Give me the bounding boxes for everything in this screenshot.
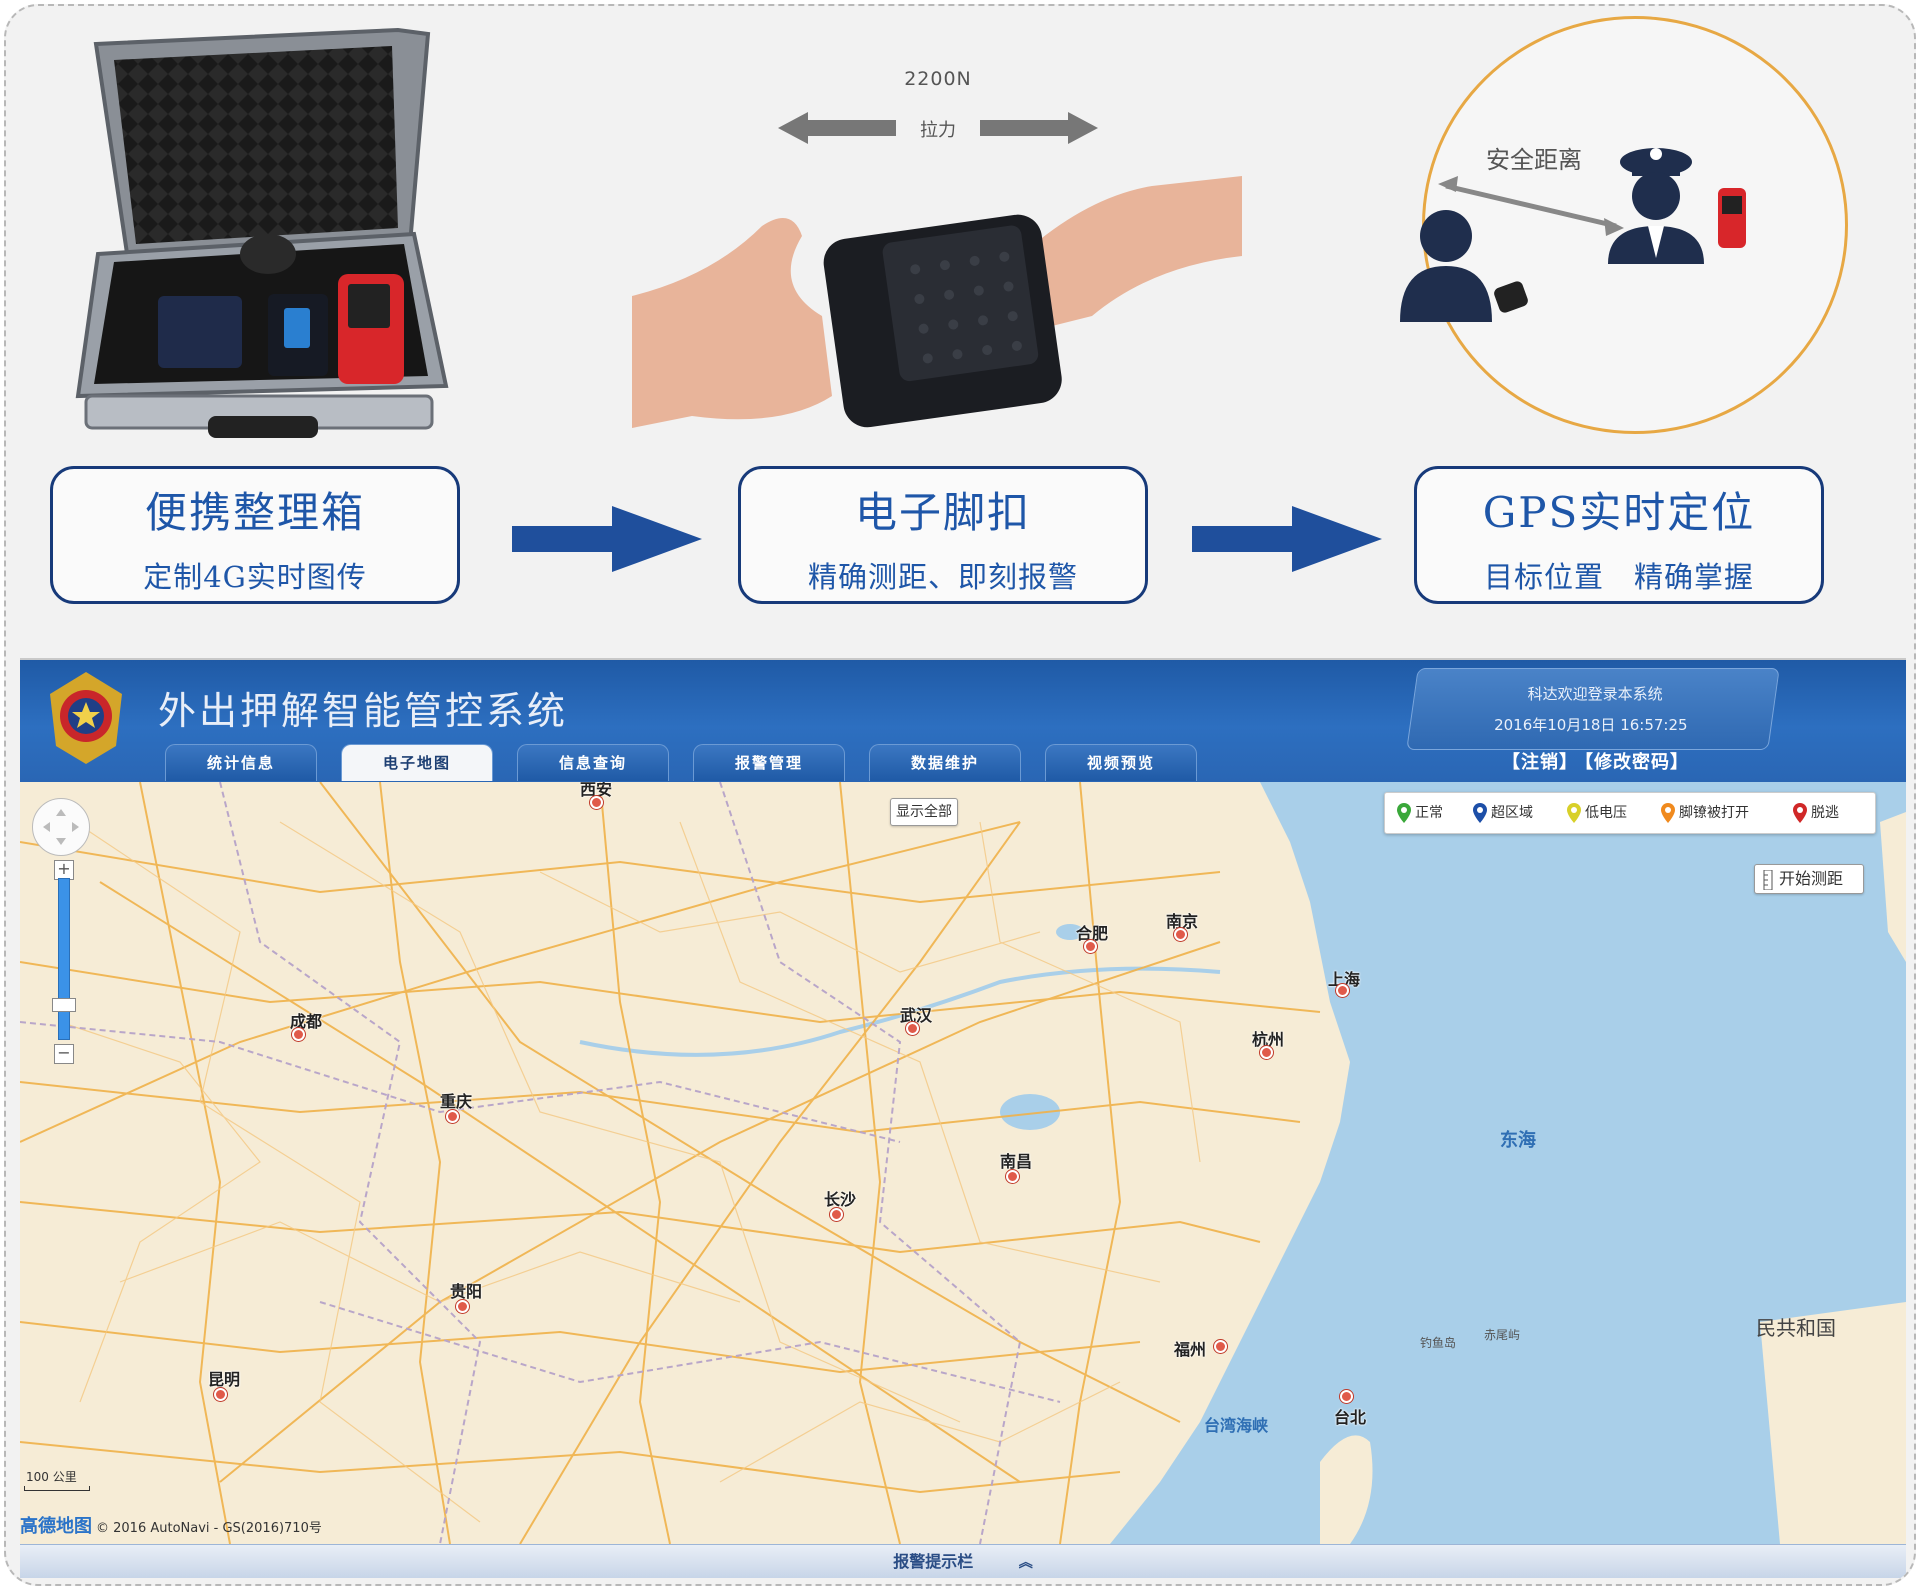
strait-label: 台湾海峡 bbox=[1204, 1416, 1269, 1435]
electronic-ankle-cuff-image bbox=[632, 176, 1242, 428]
island-label: 赤尾屿 bbox=[1484, 1328, 1521, 1342]
city-label[interactable]: 上海 bbox=[1328, 966, 1360, 997]
card-title: 便携整理箱 bbox=[144, 488, 365, 537]
city-label[interactable]: 重庆 bbox=[440, 1088, 472, 1123]
tab-alarm-management[interactable]: 报警管理 bbox=[693, 744, 845, 781]
city-label[interactable]: 长沙 bbox=[824, 1186, 856, 1221]
map-copyright: 高德地图 © 2016 AutoNavi - GS(2016)710号 bbox=[20, 1516, 322, 1537]
electronic-map[interactable]: + − 显示全部 正常 超区域 低电压 脚镣被打开 脱逃 开始测距 西安 合肥 … bbox=[20, 782, 1906, 1544]
login-datetime: 2016年10月18日 16:57:25 bbox=[1494, 716, 1688, 734]
tab-info-query[interactable]: 信息查询 bbox=[517, 744, 669, 781]
map-pin-icon bbox=[1397, 803, 1411, 823]
safe-distance-scene: 安全距离 bbox=[1386, 126, 1806, 346]
zoom-slider-thumb[interactable] bbox=[52, 998, 76, 1012]
status-legend: 正常 超区域 低电压 脚镣被打开 脱逃 bbox=[1384, 792, 1876, 834]
legend-item-out-of-area: 超区域 bbox=[1473, 803, 1533, 823]
pull-force-indicator: 2200N 拉力 bbox=[778, 64, 1098, 154]
logout-link[interactable]: 【注销】 bbox=[1502, 752, 1578, 773]
card-gps: GPS实时定位 目标位置 精确掌握 bbox=[1414, 466, 1824, 604]
city-label[interactable]: 贵阳 bbox=[450, 1278, 482, 1313]
card-ankle-cuff: 电子脚扣 精确测距、即刻报警 bbox=[738, 466, 1148, 604]
map-pin-icon bbox=[1793, 803, 1807, 823]
scale-label: 100 公里 bbox=[26, 1470, 77, 1484]
card-subtitle: 定制4G实时图传 bbox=[143, 560, 367, 594]
zoom-slider-track[interactable] bbox=[58, 878, 70, 1040]
card-title: GPS实时定位 bbox=[1482, 488, 1756, 537]
right-arrow-icon bbox=[512, 506, 702, 572]
start-measure-button[interactable]: 开始测距 bbox=[1754, 864, 1864, 894]
portable-case-image bbox=[75, 27, 449, 438]
legend-item-shackle-opened: 脚镣被打开 bbox=[1661, 803, 1749, 823]
card-subtitle: 目标位置 精确掌握 bbox=[1483, 560, 1754, 594]
force-label: 拉力 bbox=[920, 120, 956, 141]
officer-and-target-icon bbox=[1400, 148, 1746, 322]
city-label[interactable]: 成都 bbox=[290, 1008, 322, 1041]
map-pan-control[interactable] bbox=[32, 798, 90, 856]
map-brand-logo: 高德地图 bbox=[20, 1516, 92, 1537]
force-value: 2200N bbox=[904, 68, 972, 90]
change-password-link[interactable]: 【修改密码】 bbox=[1584, 752, 1689, 773]
app-title: 外出押解智能管控系统 bbox=[158, 689, 569, 733]
scale-bar bbox=[24, 1486, 90, 1491]
tab-statistics[interactable]: 统计信息 bbox=[165, 744, 317, 781]
city-label[interactable]: 台北 bbox=[1334, 1390, 1366, 1428]
legend-item-escaped: 脱逃 bbox=[1793, 803, 1839, 823]
tab-data-maintenance[interactable]: 数据维护 bbox=[869, 744, 1021, 781]
control-system-window: 外出押解智能管控系统 科达欢迎登录本系统 2016年10月18日 16:57:2… bbox=[20, 658, 1906, 1578]
right-arrow-icon bbox=[1192, 506, 1382, 572]
chevron-up-icon[interactable]: ︽ bbox=[1019, 1555, 1033, 1571]
legend-item-low-voltage: 低电压 bbox=[1567, 803, 1627, 823]
alarm-status-bar[interactable]: 报警提示栏 ︽ bbox=[20, 1544, 1906, 1578]
legend-item-normal: 正常 bbox=[1397, 803, 1443, 823]
city-label[interactable]: 西安 bbox=[580, 782, 612, 809]
map-base-layer bbox=[20, 782, 1906, 1544]
tab-video-preview[interactable]: 视频预览 bbox=[1045, 744, 1197, 781]
card-subtitle: 精确测距、即刻报警 bbox=[807, 560, 1078, 594]
city-label[interactable]: 南昌 bbox=[1000, 1148, 1032, 1183]
sea-label: 东海 bbox=[1500, 1130, 1536, 1151]
tab-electronic-map[interactable]: 电子地图 bbox=[341, 744, 493, 781]
app-header: 外出押解智能管控系统 科达欢迎登录本系统 2016年10月18日 16:57:2… bbox=[20, 660, 1906, 782]
city-label[interactable]: 南京 bbox=[1166, 908, 1198, 941]
ruler-icon bbox=[1763, 869, 1773, 890]
country-label: 民共和国 bbox=[1756, 1316, 1836, 1340]
product-showcase: 2200N 拉力 安全距离 便携整理箱 定制4G实时图传 电子脚扣 精确测距、即… bbox=[6, 6, 1914, 646]
pan-arrows-icon bbox=[43, 809, 79, 845]
show-all-button[interactable]: 显示全部 bbox=[890, 798, 958, 826]
map-pin-icon bbox=[1567, 803, 1581, 823]
map-pin-icon bbox=[1661, 803, 1675, 823]
alarm-bar-label: 报警提示栏 bbox=[893, 1552, 974, 1571]
card-portable-case: 便携整理箱 定制4G实时图传 bbox=[50, 466, 460, 604]
account-links: 【注销】 【修改密码】 bbox=[1502, 748, 1695, 774]
welcome-panel: 科达欢迎登录本系统 2016年10月18日 16:57:25 bbox=[1406, 668, 1780, 750]
city-label[interactable]: 昆明 bbox=[208, 1366, 240, 1401]
city-label[interactable]: 福州 bbox=[1174, 1336, 1227, 1360]
city-label[interactable]: 杭州 bbox=[1252, 1026, 1284, 1059]
police-emblem-icon bbox=[50, 672, 122, 764]
card-title: 电子脚扣 bbox=[854, 488, 1031, 537]
promo-frame: 2200N 拉力 安全距离 便携整理箱 定制4G实时图传 电子脚扣 精确测距、即… bbox=[4, 4, 1916, 1586]
island-label: 钓鱼岛 bbox=[1420, 1336, 1457, 1350]
map-pin-icon bbox=[1473, 803, 1487, 823]
zoom-in-button[interactable]: + bbox=[54, 860, 74, 880]
zoom-out-button[interactable]: − bbox=[54, 1044, 74, 1064]
welcome-text: 科达欢迎登录本系统 bbox=[1527, 685, 1663, 703]
city-label[interactable]: 合肥 bbox=[1076, 920, 1108, 953]
city-label[interactable]: 武汉 bbox=[900, 1002, 932, 1035]
